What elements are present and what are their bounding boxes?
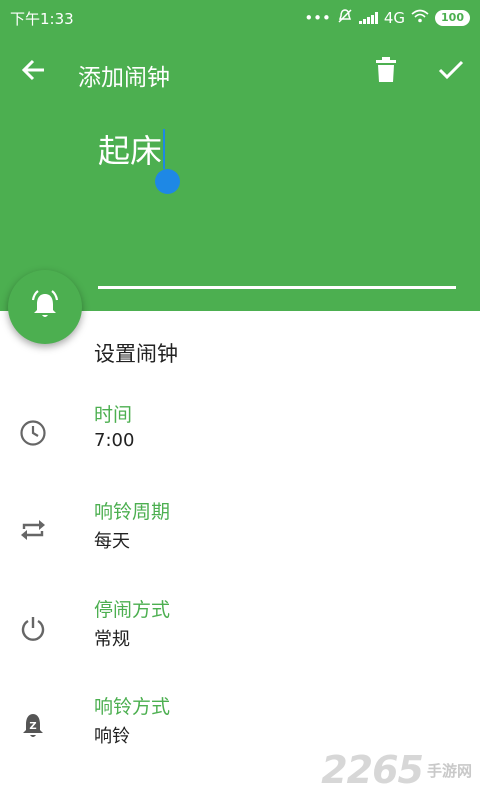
arrow-left-icon: [21, 57, 47, 87]
watermark-logo: 2265 手游网: [321, 748, 472, 792]
toolbar: 添加闹钟: [0, 44, 480, 100]
signal-icon: [358, 12, 378, 24]
mute-icon: [337, 8, 353, 28]
clock-icon: [18, 418, 48, 448]
save-button[interactable]: [434, 56, 468, 88]
input-underline: [98, 286, 456, 289]
repeat-icon: [18, 515, 48, 545]
setting-value: 常规: [94, 629, 130, 650]
setting-value: 7:00: [94, 430, 135, 451]
status-bar: 下午1:33 ••• 4G 100: [0, 0, 480, 34]
setting-row-stop-mode[interactable]: 停闹方式 常规: [0, 591, 480, 661]
status-icons: ••• 4G 100: [304, 8, 470, 28]
section-title: 设置闹钟: [94, 342, 178, 366]
wifi-icon: [411, 9, 429, 27]
power-icon: [18, 613, 48, 643]
bell-z-icon: Z: [18, 710, 48, 740]
cursor-handle[interactable]: [155, 169, 180, 194]
setting-value: 响铃: [94, 726, 130, 747]
notification-dots: •••: [304, 9, 331, 27]
watermark-number: 2265: [321, 748, 424, 792]
alarm-ringing-icon: [28, 288, 62, 326]
setting-value: 每天: [94, 531, 130, 552]
watermark-text: 手游网: [426, 761, 472, 780]
alarm-fab-button[interactable]: [8, 270, 82, 344]
check-icon: [438, 59, 464, 85]
battery-indicator: 100: [435, 10, 470, 26]
delete-button[interactable]: [370, 56, 402, 88]
setting-label: 时间: [94, 404, 133, 426]
svg-text:Z: Z: [29, 721, 36, 732]
setting-label: 响铃方式: [94, 696, 171, 718]
setting-label: 响铃周期: [94, 501, 171, 523]
trash-icon: [375, 57, 397, 87]
setting-row-repeat[interactable]: 响铃周期 每天: [0, 493, 480, 563]
setting-label: 停闹方式: [94, 599, 171, 621]
alarm-name-input[interactable]: 起床: [98, 126, 456, 170]
alarm-name-text: 起床: [98, 132, 163, 170]
setting-row-time[interactable]: 时间 7:00: [0, 396, 480, 466]
header-area: 下午1:33 ••• 4G 100 添加闹钟 起床: [0, 0, 480, 311]
back-button[interactable]: [18, 56, 50, 88]
status-time: 下午1:33: [10, 10, 74, 28]
network-type: 4G: [383, 9, 406, 27]
page-title: 添加闹钟: [78, 65, 170, 91]
text-cursor: [163, 129, 166, 169]
